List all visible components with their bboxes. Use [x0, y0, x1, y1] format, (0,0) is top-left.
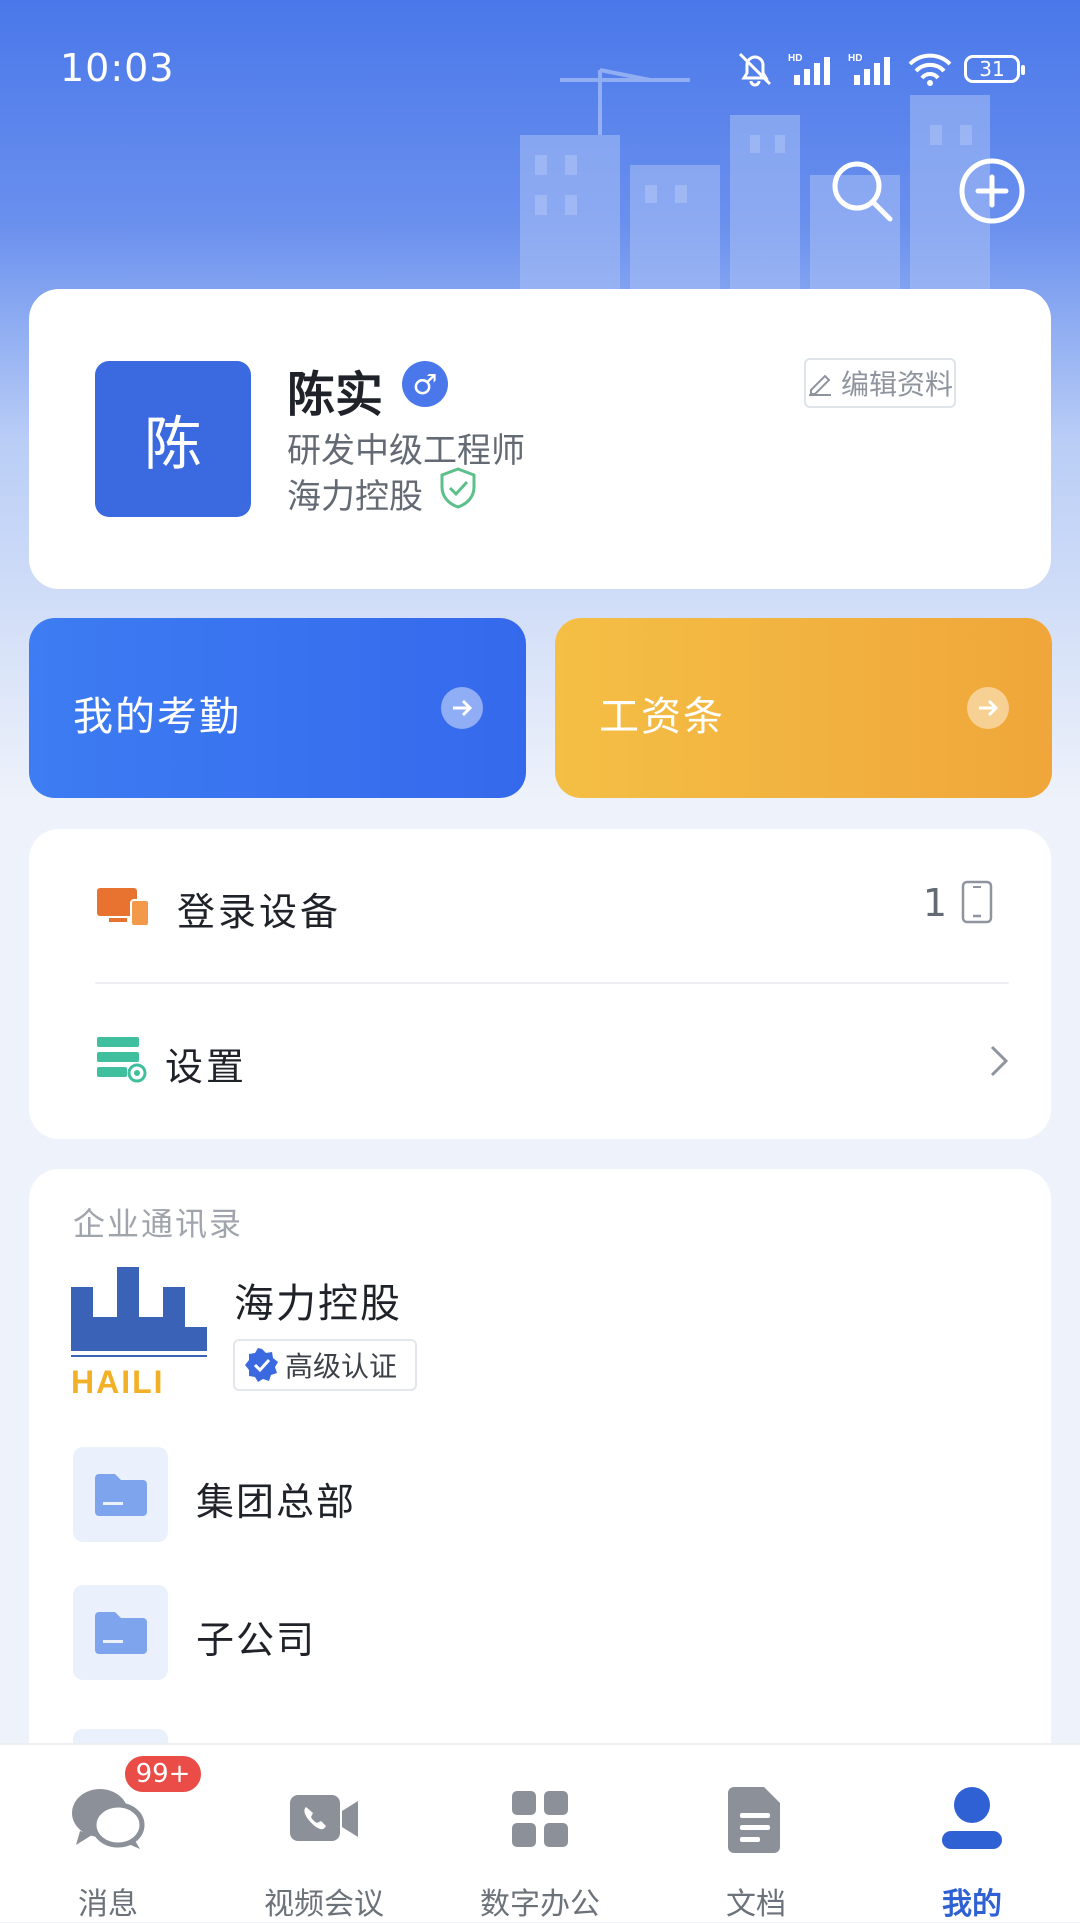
verified-badge-icon: [245, 1348, 278, 1382]
signal-hd-icon-2: HD: [848, 53, 890, 85]
directory-title: 企业通讯录: [73, 1205, 244, 1243]
folder-label: 子公司: [196, 1618, 317, 1662]
certification-badge: 高级认证: [233, 1339, 417, 1391]
folder-label: 集团总部: [196, 1480, 357, 1524]
svg-text:HD: HD: [848, 53, 862, 64]
device-count: 1: [922, 881, 947, 925]
user-company: 海力控股: [287, 477, 423, 517]
tab-label: 我的: [942, 1887, 1002, 1922]
user-name: 陈实: [287, 367, 384, 423]
search-icon[interactable]: [826, 155, 898, 227]
folder-item-subsidiary[interactable]: 子公司: [73, 1585, 973, 1680]
phone-icon: [961, 880, 993, 924]
unread-badge: 99+: [122, 1753, 204, 1795]
avatar[interactable]: 陈: [95, 361, 251, 517]
haili-logo: HAILI: [71, 1267, 207, 1397]
login-devices-label: 登录设备: [177, 890, 342, 934]
document-icon: [728, 1787, 780, 1853]
signal-hd-icon: HD: [788, 53, 830, 85]
grid-apps-icon: [512, 1791, 568, 1847]
bottom-tab-bar: 99+ 消息 视频会议 数字办公 文档 我的: [0, 1743, 1080, 1922]
pencil-icon: [808, 374, 831, 396]
top-actions: [826, 155, 1028, 227]
org-name[interactable]: 海力控股: [234, 1271, 402, 1329]
profile-card[interactable]: 陈 陈实 ♂ 研发中级工程师 海力控股 编辑资料: [29, 289, 1051, 589]
mute-icon: [738, 52, 772, 87]
attendance-tile[interactable]: 我的考勤: [29, 618, 526, 798]
login-devices-row[interactable]: 登录设备 1: [29, 829, 1051, 979]
user-job-title: 研发中级工程师: [287, 431, 525, 471]
settings-icon: [97, 1037, 147, 1083]
user-icon: [942, 1787, 1002, 1849]
status-bar: 10:03 HD HD 31: [0, 0, 1080, 140]
male-gender-icon: ♂: [402, 361, 448, 407]
tab-documents[interactable]: 文档: [648, 1745, 864, 1922]
certification-label: 高级认证: [285, 1350, 398, 1383]
folder-item-headquarters[interactable]: 集团总部: [73, 1447, 973, 1542]
svg-text:HD: HD: [788, 53, 802, 64]
salary-tile[interactable]: 工资条: [555, 618, 1052, 798]
tab-digital-office[interactable]: 数字办公: [432, 1745, 648, 1922]
settings-label: 设置: [165, 1045, 248, 1089]
haili-logo-text: HAILI: [71, 1364, 165, 1397]
devices-icon: [97, 888, 150, 927]
tab-label: 视频会议: [264, 1887, 384, 1922]
chevron-right-icon: [990, 1045, 1009, 1077]
settings-row[interactable]: 设置: [29, 984, 1051, 1134]
folder-icon: [73, 1585, 168, 1680]
tab-me[interactable]: 我的: [864, 1745, 1080, 1922]
tab-messages[interactable]: 99+ 消息: [0, 1745, 216, 1922]
status-icons: HD HD 31: [734, 48, 1025, 90]
tab-video-meeting[interactable]: 视频会议: [216, 1745, 432, 1922]
arrow-right-icon: [441, 687, 483, 729]
tab-label: 文档: [726, 1887, 786, 1922]
verified-shield-icon: [440, 467, 476, 509]
tab-label: 数字办公: [480, 1887, 600, 1922]
menu-card: 登录设备 1 设置: [29, 829, 1051, 1139]
attendance-label: 我的考勤: [73, 694, 241, 740]
battery-icon: 31: [964, 55, 1025, 83]
video-call-icon: [290, 1795, 358, 1841]
status-time: 10:03: [60, 46, 175, 90]
folder-icon: [73, 1447, 168, 1542]
salary-label: 工资条: [599, 694, 725, 740]
wifi-icon: [908, 53, 952, 86]
tab-label: 消息: [78, 1887, 138, 1922]
add-circle-icon[interactable]: [956, 155, 1028, 227]
battery-level: 31: [979, 57, 1005, 81]
edit-profile-button[interactable]: 编辑资料: [804, 358, 956, 408]
edit-profile-label: 编辑资料: [840, 368, 953, 401]
arrow-right-icon: [967, 687, 1009, 729]
